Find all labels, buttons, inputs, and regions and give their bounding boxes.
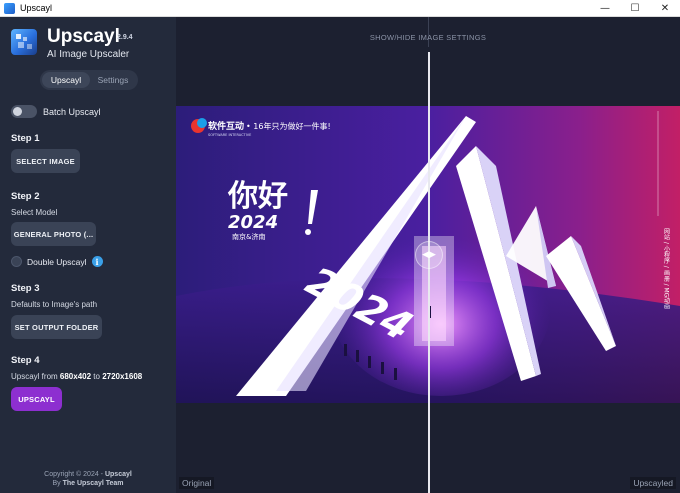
original-label: Original: [179, 477, 215, 489]
close-button[interactable]: ✕: [650, 0, 680, 17]
window-title: Upscayl: [20, 3, 53, 13]
to-size: 2720x1608: [102, 372, 143, 381]
batch-upscayl-label: Batch Upscayl: [43, 106, 101, 117]
poster-cities: 南京&济南: [232, 232, 265, 241]
show-hide-image-settings[interactable]: SHOW/HIDE IMAGE SETTINGS: [176, 33, 680, 42]
double-upscayl-label: Double Upscayl: [27, 256, 87, 267]
poster-logo-text: 软件互动: [208, 120, 244, 132]
from-size: 680x402: [59, 372, 92, 381]
minimize-button[interactable]: —: [590, 0, 620, 17]
upscayled-label: Upscayled: [630, 477, 676, 489]
brand-name: Upscayl: [47, 26, 120, 47]
poster-year: 2024: [228, 212, 278, 233]
tab-upscayl[interactable]: Upscayl: [42, 72, 90, 88]
brand-subtitle: AI Image Upscaler: [47, 49, 130, 60]
app-icon: [4, 2, 15, 14]
upscayl-button[interactable]: UPSCAYL: [11, 387, 62, 411]
sidebar-tabs: Upscayl Settings: [40, 70, 138, 90]
poster-headline: 你好: [227, 179, 288, 214]
select-image-button[interactable]: SELECT IMAGE: [11, 149, 80, 173]
step2-title: Step 2: [11, 191, 40, 202]
poster-side-text: 网站 / 小程序 / 画册 / MG动画: [663, 228, 670, 311]
step4-title: Step 4: [11, 355, 40, 366]
window-controls: — ☐ ✕: [590, 0, 680, 17]
upscale-size-note: Upscayl from 680x402 to 2720x1608: [11, 372, 143, 381]
maximize-button[interactable]: ☐: [620, 0, 650, 17]
footer-copyright: Copyright © 2024 - Upscayl: [44, 471, 132, 478]
upscayl-logo-icon: [11, 29, 37, 55]
output-path-note: Defaults to Image's path: [11, 300, 98, 309]
image-viewer[interactable]: SHOW/HIDE IMAGE SETTINGS 2024 软件互动 SOFTW…: [176, 17, 680, 493]
step3-title: Step 3: [11, 283, 40, 294]
footer-team: By The Upscayl Team: [52, 480, 124, 487]
poster-logo-subtext: SOFTWARE INTERACTIVE: [208, 133, 251, 137]
poster-slogan: • 16年只为做好一件事!: [246, 121, 331, 131]
select-model-label: Select Model: [11, 208, 58, 217]
batch-upscayl-toggle[interactable]: [11, 105, 37, 118]
sidebar: Upscayl 2.9.4 AI Image Upscaler Upscayl …: [0, 17, 176, 493]
model-select-button[interactable]: GENERAL PHOTO (...: [11, 222, 96, 246]
tab-settings[interactable]: Settings: [90, 72, 136, 88]
title-bar: Upscayl — ☐ ✕: [0, 0, 680, 17]
double-upscayl-checkbox[interactable]: [11, 256, 22, 267]
compare-slider-handle[interactable]: ◀▶: [415, 241, 443, 269]
compare-slider-line[interactable]: [428, 52, 430, 493]
set-output-folder-button[interactable]: SET OUTPUT FOLDER: [11, 315, 102, 339]
step1-title: Step 1: [11, 133, 40, 144]
double-upscayl-row: Double Upscayl i: [11, 256, 103, 267]
info-icon[interactable]: i: [91, 256, 103, 267]
brand-version: 2.9.4: [117, 34, 133, 41]
batch-upscayl-row: Batch Upscayl: [11, 105, 101, 118]
